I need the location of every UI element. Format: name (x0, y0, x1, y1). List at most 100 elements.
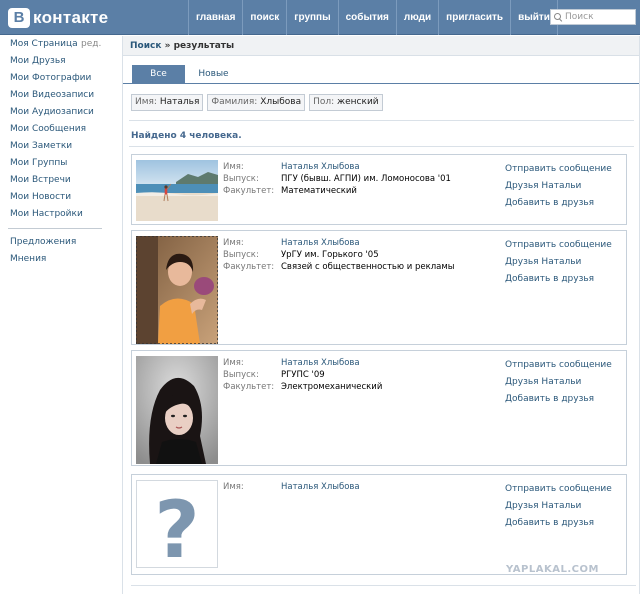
menu-groups[interactable]: Мои Группы (0, 155, 120, 172)
result-info: Имя: Наталья Хлыбова Выпуск: РГУПС '09 Фак… (223, 357, 483, 393)
logo-letter: В (8, 8, 30, 28)
search-icon (554, 12, 563, 22)
label-name: Имя: (223, 358, 244, 368)
search-filters: Имя: Наталья Фамилия: Хлыбова Пол: женск… (131, 94, 387, 112)
result-name-link[interactable]: Наталья Хлыбова (281, 161, 360, 173)
nav-search[interactable]: поиск (242, 0, 286, 35)
breadcrumb: Поиск » результаты (123, 36, 639, 56)
result-name-link[interactable]: Наталья Хлыбова (281, 237, 360, 249)
menu-friends[interactable]: Мои Друзья (0, 53, 120, 70)
menu-photos[interactable]: Мои Фотографии (0, 70, 120, 87)
found-count: Найдено 4 человека. (131, 131, 242, 141)
result-card: Имя: Наталья Хлыбова Выпуск: РГУПС '09 Фак… (131, 350, 627, 466)
menu-events[interactable]: Мои Встречи (0, 172, 120, 189)
add-friend-link[interactable]: Добавить в друзья (505, 515, 612, 532)
filter-value: женский (337, 97, 379, 107)
menu-audio[interactable]: Мои Аудиозаписи (0, 104, 120, 121)
divider (129, 120, 634, 121)
menu-notes[interactable]: Мои Заметки (0, 138, 120, 155)
tab-new[interactable]: Новые (191, 65, 236, 84)
friends-link[interactable]: Друзья Натальи (505, 374, 612, 391)
left-menu: Моя Страница ред. Мои Друзья Мои Фотогра… (0, 36, 120, 268)
result-card: Имя: Наталья Хлыбова Выпуск: ПГУ (бывш. АГ… (131, 154, 627, 225)
filter-last-name[interactable]: Фамилия: Хлыбова (207, 94, 306, 111)
result-faculty: Связей с общественностью и рекламы (281, 262, 455, 272)
result-tabs: Все Новые (123, 65, 639, 84)
nav-people[interactable]: люди (395, 0, 438, 35)
nav-groups[interactable]: группы (286, 0, 337, 35)
nav-home[interactable]: главная (188, 0, 242, 35)
menu-edit-link[interactable]: ред. (81, 36, 101, 53)
divider (131, 585, 636, 586)
main-content: Поиск » результаты Все Новые Имя: Наталь… (122, 36, 640, 594)
profile-photo[interactable]: ? (136, 480, 218, 568)
logo-text: контакте (33, 8, 109, 27)
vkontakte-logo[interactable]: В контакте (8, 7, 108, 29)
profile-photo[interactable] (136, 236, 218, 344)
top-nav: главная поиск группы события люди пригла… (188, 0, 558, 35)
filter-key: Пол: (313, 97, 335, 107)
menu-opinions[interactable]: Мнения (0, 251, 120, 268)
menu-my-page[interactable]: Моя Страница (0, 36, 120, 53)
result-info: Имя: Наталья Хлыбова Выпуск: ПГУ (бывш. АГ… (223, 161, 483, 197)
nav-events[interactable]: события (337, 0, 396, 35)
result-name-link[interactable]: Наталья Хлыбова (281, 357, 360, 369)
filter-gender[interactable]: Пол: женский (309, 94, 383, 111)
friends-link[interactable]: Друзья Натальи (505, 178, 612, 195)
label-graduation: Выпуск: (223, 250, 259, 260)
result-name-link[interactable]: Наталья Хлыбова (281, 481, 360, 493)
send-message-link[interactable]: Отправить сообщение (505, 357, 612, 374)
portrait-photo (136, 236, 218, 344)
question-mark-icon: ? (154, 486, 199, 567)
result-card: ? Имя: Наталья Хлыбова Отправить сообщени… (131, 474, 627, 575)
result-graduation: РГУПС '09 (281, 370, 325, 380)
breadcrumb-search-link[interactable]: Поиск (130, 41, 161, 51)
friends-link[interactable]: Друзья Натальи (505, 498, 612, 515)
breadcrumb-separator: » (161, 41, 174, 51)
label-graduation: Выпуск: (223, 174, 259, 184)
label-name: Имя: (223, 238, 244, 248)
add-friend-link[interactable]: Добавить в друзья (505, 195, 612, 212)
label-graduation: Выпуск: (223, 370, 259, 380)
label-faculty: Факультет: (223, 262, 275, 272)
beach-photo (136, 160, 218, 221)
send-message-link[interactable]: Отправить сообщение (505, 161, 612, 178)
filter-first-name[interactable]: Имя: Наталья (131, 94, 204, 111)
search-input[interactable] (565, 12, 635, 22)
menu-news[interactable]: Мои Новости (0, 189, 120, 206)
filter-key: Фамилия: (211, 97, 258, 107)
result-actions: Отправить сообщение Друзья Натальи Добав… (505, 481, 612, 532)
menu-divider (8, 228, 102, 229)
nav-invite[interactable]: пригласить (438, 0, 510, 35)
result-faculty: Электромеханический (281, 382, 383, 392)
result-actions: Отправить сообщение Друзья Натальи Добав… (505, 161, 612, 212)
label-name: Имя: (223, 482, 244, 492)
result-graduation: УрГУ им. Горького '05 (281, 250, 379, 260)
filter-value: Хлыбова (260, 97, 302, 107)
menu-settings[interactable]: Мои Настройки (0, 206, 120, 223)
profile-photo[interactable] (136, 356, 218, 464)
menu-suggestions[interactable]: Предложения (0, 234, 120, 251)
add-friend-link[interactable]: Добавить в друзья (505, 271, 612, 288)
menu-videos[interactable]: Мои Видеозаписи (0, 87, 120, 104)
friends-link[interactable]: Друзья Натальи (505, 254, 612, 271)
result-graduation: ПГУ (бывш. АГПИ) им. Ломоносова '01 (281, 174, 451, 184)
result-actions: Отправить сообщение Друзья Натальи Добав… (505, 357, 612, 408)
add-friend-link[interactable]: Добавить в друзья (505, 391, 612, 408)
filter-value: Наталья (159, 97, 200, 107)
menu-messages[interactable]: Мои Сообщения (0, 121, 120, 138)
profile-photo[interactable] (136, 160, 218, 221)
result-faculty: Математический (281, 186, 357, 196)
result-info: Имя: Наталья Хлыбова (223, 481, 483, 493)
label-faculty: Факультет: (223, 382, 275, 392)
watermark: YAPLAKAL.COM (506, 564, 599, 575)
tab-all[interactable]: Все (132, 65, 185, 84)
send-message-link[interactable]: Отправить сообщение (505, 237, 612, 254)
divider (129, 146, 634, 147)
svg-text:?: ? (154, 486, 199, 567)
send-message-link[interactable]: Отправить сообщение (505, 481, 612, 498)
search-box[interactable] (550, 9, 636, 25)
result-info: Имя: Наталья Хлыбова Выпуск: УрГУ им. Горь… (223, 237, 483, 273)
filter-key: Имя: (135, 97, 157, 107)
result-actions: Отправить сообщение Друзья Натальи Добав… (505, 237, 612, 288)
